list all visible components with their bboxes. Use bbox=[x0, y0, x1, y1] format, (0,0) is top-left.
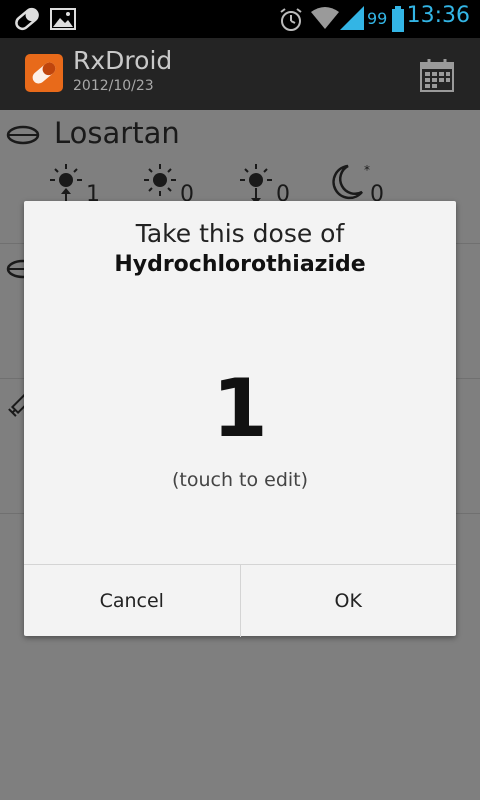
alarm-icon bbox=[280, 8, 302, 31]
image-notification-icon bbox=[50, 8, 76, 30]
dialog-title: Take this dose of bbox=[135, 219, 345, 248]
battery-icon bbox=[392, 6, 404, 32]
action-bar: RxDroid 2012/10/23 bbox=[0, 38, 480, 110]
status-clock: 13:36 bbox=[406, 3, 470, 28]
dose-dialog: Take this dose of Hydrochlorothiazide 1 … bbox=[24, 201, 456, 637]
dialog-drug-name: Hydrochlorothiazide bbox=[114, 252, 366, 277]
edit-hint[interactable]: (touch to edit) bbox=[24, 469, 456, 491]
ok-button[interactable]: OK bbox=[239, 565, 457, 637]
sun-icon bbox=[144, 164, 176, 196]
status-bar: 99 13:36 bbox=[0, 0, 480, 38]
moon-icon: * bbox=[332, 163, 370, 200]
signal-icon bbox=[340, 6, 364, 30]
rxdroid-app-icon[interactable] bbox=[25, 54, 63, 92]
app-title: RxDroid bbox=[73, 46, 173, 75]
sunset-icon bbox=[240, 164, 272, 204]
wifi-icon bbox=[311, 7, 339, 29]
cancel-button[interactable]: Cancel bbox=[24, 565, 240, 637]
svg-text:*: * bbox=[364, 163, 370, 177]
dialog-button-bar: Cancel OK bbox=[24, 564, 456, 637]
battery-level: 99 bbox=[367, 9, 388, 28]
dose-value[interactable]: 1 bbox=[24, 369, 456, 449]
pill-icon bbox=[6, 125, 40, 145]
drug-name: Losartan bbox=[54, 116, 180, 150]
pill-notification-icon bbox=[15, 7, 39, 31]
current-date[interactable]: 2012/10/23 bbox=[73, 78, 154, 94]
calendar-icon[interactable] bbox=[418, 56, 456, 94]
sunrise-icon bbox=[50, 164, 82, 204]
